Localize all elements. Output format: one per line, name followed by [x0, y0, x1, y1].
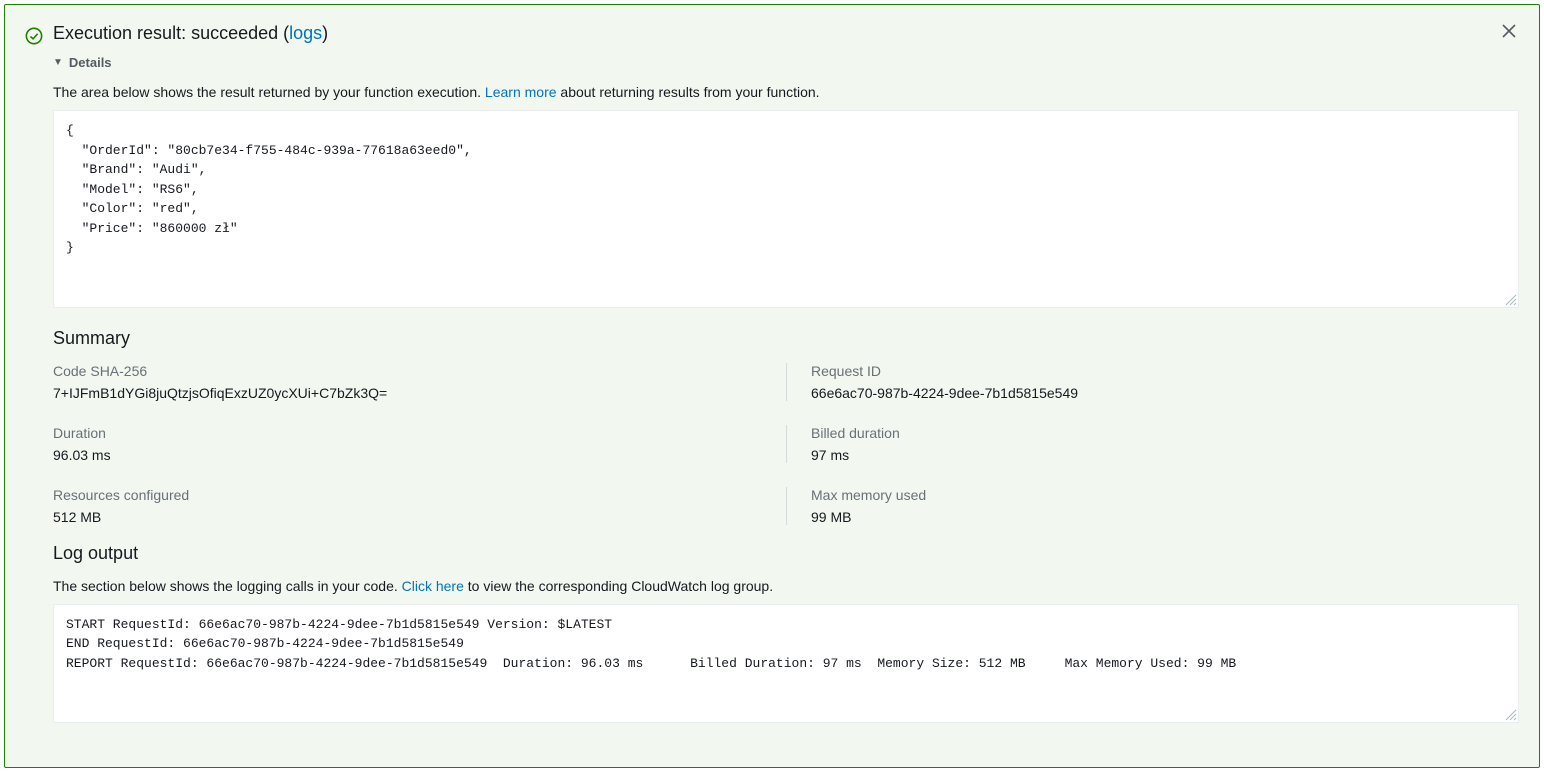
request-id-value: 66e6ac70-987b-4224-9dee-7b1d5815e549	[811, 385, 1519, 401]
code-sha-value: 7+IJFmB1dYGi8juQtzjsOfiqExzUZ0ycXUi+C7bZ…	[53, 385, 786, 401]
title-prefix: Execution result: succeeded (	[53, 23, 289, 43]
close-icon	[1501, 23, 1517, 39]
execution-result-panel: Execution result: succeeded (logs) ▼ Det…	[4, 4, 1540, 768]
log-desc-before: The section below shows the logging call…	[53, 578, 402, 594]
log-output-title: Log output	[53, 543, 1519, 564]
summary-billed-duration: Billed duration 97 ms	[786, 425, 1519, 463]
summary-max-memory: Max memory used 99 MB	[786, 487, 1519, 525]
request-id-label: Request ID	[811, 363, 1519, 379]
result-json-text: { "OrderId": "80cb7e34-f755-484c-939a-77…	[66, 123, 472, 255]
execution-result-title: Execution result: succeeded (logs)	[53, 23, 328, 44]
title-suffix: )	[322, 23, 328, 43]
summary-title: Summary	[53, 328, 1519, 349]
resize-grip-icon	[1503, 292, 1517, 306]
result-description: The area below shows the result returned…	[53, 84, 1519, 100]
result-description-before: The area below shows the result returned…	[53, 84, 485, 100]
billed-duration-label: Billed duration	[811, 425, 1519, 441]
details-toggle[interactable]: ▼ Details	[53, 55, 1519, 70]
duration-label: Duration	[53, 425, 786, 441]
max-mem-label: Max memory used	[811, 487, 1519, 503]
success-check-icon	[25, 27, 43, 45]
log-output-block[interactable]: START RequestId: 66e6ac70-987b-4224-9dee…	[53, 604, 1519, 724]
resize-grip-icon	[1503, 707, 1517, 721]
logs-link[interactable]: logs	[289, 23, 322, 43]
result-description-after: about returning results from your functi…	[557, 84, 820, 100]
summary-request-id: Request ID 66e6ac70-987b-4224-9dee-7b1d5…	[786, 363, 1519, 401]
log-desc-after: to view the corresponding CloudWatch log…	[464, 578, 773, 594]
caret-down-icon: ▼	[53, 57, 63, 68]
learn-more-link[interactable]: Learn more	[485, 84, 557, 100]
resources-value: 512 MB	[53, 509, 786, 525]
close-button[interactable]	[1497, 19, 1521, 43]
summary-code-sha: Code SHA-256 7+IJFmB1dYGi8juQtzjsOfiqExz…	[53, 363, 786, 401]
summary-grid: Code SHA-256 7+IJFmB1dYGi8juQtzjsOfiqExz…	[53, 363, 1519, 525]
click-here-link[interactable]: Click here	[402, 578, 464, 594]
duration-value: 96.03 ms	[53, 447, 786, 463]
log-output-description: The section below shows the logging call…	[53, 578, 1519, 594]
resources-label: Resources configured	[53, 487, 786, 503]
log-output-text: START RequestId: 66e6ac70-987b-4224-9dee…	[66, 617, 1236, 671]
details-label: Details	[69, 55, 112, 70]
max-mem-value: 99 MB	[811, 509, 1519, 525]
code-sha-label: Code SHA-256	[53, 363, 786, 379]
summary-duration: Duration 96.03 ms	[53, 425, 786, 463]
result-json-block[interactable]: { "OrderId": "80cb7e34-f755-484c-939a-77…	[53, 110, 1519, 308]
summary-resources: Resources configured 512 MB	[53, 487, 786, 525]
billed-duration-value: 97 ms	[811, 447, 1519, 463]
